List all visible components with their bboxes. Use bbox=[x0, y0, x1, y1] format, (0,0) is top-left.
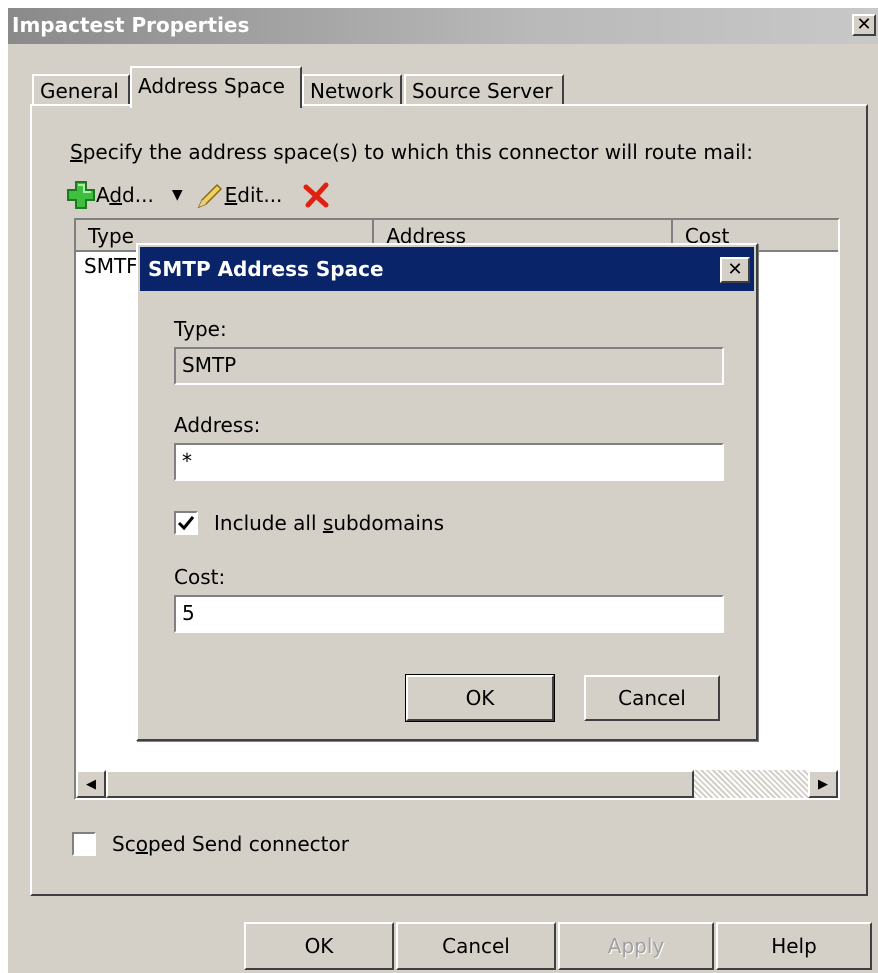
ok-button[interactable]: OK bbox=[244, 922, 394, 970]
close-icon: ✕ bbox=[727, 259, 743, 280]
scoped-send-label: Scoped Send connector bbox=[112, 832, 349, 856]
dialog-button-row: OK Cancel Apply Help bbox=[244, 922, 872, 970]
instructions-label: Specify the address space(s) to which th… bbox=[70, 140, 753, 164]
scroll-left-button[interactable]: ◀ bbox=[76, 770, 106, 798]
dialog-title-bar: SMTP Address Space ✕ bbox=[140, 247, 754, 291]
dialog-cancel-button[interactable]: Cancel bbox=[584, 675, 720, 721]
cancel-button[interactable]: Cancel bbox=[396, 922, 556, 970]
scoped-send-connector-option[interactable]: Scoped Send connector bbox=[72, 832, 349, 856]
address-label: Address: bbox=[174, 413, 261, 437]
scroll-track[interactable] bbox=[694, 770, 808, 798]
delete-button[interactable] bbox=[302, 181, 330, 209]
include-subdomains-option[interactable]: Include all subdomains bbox=[174, 511, 444, 535]
cost-label: Cost: bbox=[174, 565, 226, 589]
tab-general[interactable]: General bbox=[32, 74, 130, 106]
address-input[interactable]: * bbox=[174, 443, 724, 481]
horizontal-scrollbar[interactable]: ◀ ▶ bbox=[76, 770, 838, 798]
delete-x-icon bbox=[303, 182, 329, 208]
add-label: Add... bbox=[96, 183, 154, 207]
add-dropdown-arrow-icon[interactable]: ▼ bbox=[172, 187, 183, 203]
scroll-thumb[interactable] bbox=[106, 770, 694, 798]
pencil-icon bbox=[197, 183, 222, 209]
add-button[interactable]: Add... bbox=[66, 180, 154, 210]
tab-source-server[interactable]: Source Server bbox=[404, 74, 564, 106]
type-label: Type: bbox=[174, 317, 227, 341]
checkmark-icon bbox=[177, 516, 195, 531]
arrow-left-icon: ◀ bbox=[86, 776, 96, 792]
window-close-button[interactable]: ✕ bbox=[852, 14, 876, 36]
apply-button[interactable]: Apply bbox=[558, 922, 714, 970]
smtp-address-space-dialog: SMTP Address Space ✕ Type: SMTP Address:… bbox=[136, 243, 758, 741]
instructions-text: pecify the address space(s) to which thi… bbox=[82, 140, 753, 164]
title-bar: Impactest Properties ✕ bbox=[8, 8, 878, 44]
tab-network[interactable]: Network bbox=[302, 74, 402, 106]
scoped-send-checkbox[interactable] bbox=[72, 832, 96, 856]
list-item-type: SMTF bbox=[84, 254, 138, 278]
address-toolbar: Add... ▼ Edit... bbox=[66, 178, 330, 212]
scroll-right-button[interactable]: ▶ bbox=[808, 770, 838, 798]
instructions-accel: S bbox=[70, 140, 83, 164]
tab-address-space[interactable]: Address Space bbox=[130, 66, 302, 108]
arrow-right-icon: ▶ bbox=[818, 776, 828, 792]
add-plus-icon bbox=[67, 181, 95, 209]
edit-label: Edit... bbox=[224, 183, 283, 207]
dialog-ok-button[interactable]: OK bbox=[405, 674, 555, 722]
include-subdomains-checkbox[interactable] bbox=[174, 511, 198, 535]
cost-input[interactable]: 5 bbox=[174, 595, 724, 633]
dialog-buttons: OK Cancel bbox=[405, 674, 720, 722]
dialog-title: SMTP Address Space bbox=[148, 257, 384, 281]
include-subdomains-label: Include all subdomains bbox=[214, 511, 445, 535]
dialog-close-button[interactable]: ✕ bbox=[720, 257, 750, 283]
window-title: Impactest Properties bbox=[12, 13, 250, 37]
list-item[interactable]: SMTF bbox=[84, 254, 138, 278]
help-button[interactable]: Help bbox=[716, 922, 872, 970]
edit-button[interactable]: Edit... bbox=[195, 180, 283, 210]
close-icon: ✕ bbox=[856, 14, 872, 35]
type-field: SMTP bbox=[174, 347, 724, 385]
